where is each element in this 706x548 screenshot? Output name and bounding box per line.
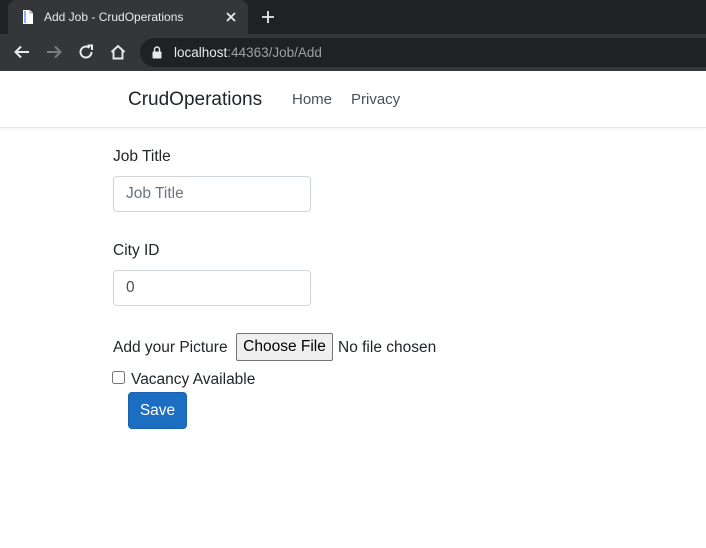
- vacancy-label: Vacancy Available: [131, 371, 256, 388]
- choose-file-button[interactable]: Choose File: [236, 333, 333, 361]
- tab-title: Add Job - CrudOperations: [44, 10, 184, 24]
- forward-arrow-icon[interactable]: [45, 43, 63, 61]
- nav-link-home[interactable]: Home: [292, 91, 332, 109]
- save-button[interactable]: Save: [128, 392, 187, 429]
- document-icon: [23, 10, 33, 24]
- site-navbar: CrudOperations Home Privacy: [0, 71, 706, 128]
- address-bar[interactable]: localhost:44363/Job/Add: [140, 38, 706, 67]
- browser-toolbar: localhost:44363/Job/Add: [0, 34, 706, 71]
- city-id-label: City ID: [113, 242, 160, 259]
- close-icon[interactable]: [224, 10, 238, 24]
- back-arrow-icon[interactable]: [13, 43, 31, 61]
- job-title-input[interactable]: [113, 176, 311, 212]
- browser-tab[interactable]: Add Job - CrudOperations: [8, 0, 248, 34]
- job-title-label: Job Title: [113, 148, 171, 165]
- file-status-text: No file chosen: [338, 339, 437, 356]
- browser-tab-strip: Add Job - CrudOperations: [0, 0, 706, 34]
- home-icon[interactable]: [109, 43, 127, 61]
- navbar-brand[interactable]: CrudOperations: [128, 89, 262, 111]
- picture-label: Add your Picture: [113, 339, 228, 356]
- url-path: :44363/Job/Add: [227, 45, 322, 60]
- plus-icon[interactable]: [260, 9, 276, 25]
- lock-icon: [152, 46, 162, 59]
- reload-icon[interactable]: [77, 43, 95, 61]
- vacancy-checkbox[interactable]: [112, 371, 125, 384]
- city-id-input[interactable]: [113, 270, 311, 306]
- url-host: localhost: [174, 45, 228, 60]
- nav-link-privacy[interactable]: Privacy: [351, 91, 400, 109]
- url-text: localhost:44363/Job/Add: [174, 45, 322, 61]
